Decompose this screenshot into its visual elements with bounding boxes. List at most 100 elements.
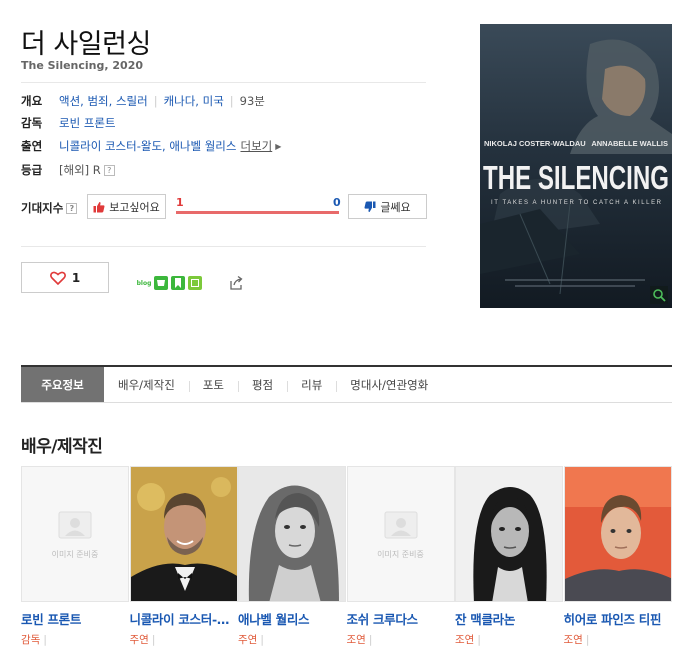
rating-value: [해외] R xyxy=(59,163,101,177)
cast-card[interactable]: 이미지 준비중 조쉬 크루다스 조연 | xyxy=(346,466,456,647)
cast-role: 감독 | xyxy=(21,632,130,647)
dislike-button[interactable]: 글쎄요 xyxy=(348,194,427,219)
svg-text:ANNABELLE WALLIS: ANNABELLE WALLIS xyxy=(591,139,668,148)
no-image-placeholder[interactable]: 이미지 준비중 xyxy=(346,466,455,602)
cast-section-title: 배우/제작진 xyxy=(21,437,103,457)
svg-text:THE SILENCING: THE SILENCING xyxy=(483,159,669,196)
tab-photo[interactable]: 포토 xyxy=(188,367,238,402)
separator: | xyxy=(43,634,47,646)
no-image-placeholder[interactable]: 이미지 준비중 xyxy=(21,466,129,602)
runtime: 93분 xyxy=(239,94,265,108)
genre-links[interactable]: 액션, 범죄, 스릴러 xyxy=(59,93,148,109)
detail-tabs: 주요정보 배우/제작진 포토 평점 리뷰 명대사/연관영화 xyxy=(21,365,672,403)
svg-text:NIKOLAJ COSTER-WALDAU: NIKOLAJ COSTER-WALDAU xyxy=(484,139,586,148)
cast-role-text: 조연 xyxy=(346,634,366,646)
overview-label: 개요 xyxy=(21,94,43,108)
cast-name[interactable]: 로빈 프론트 xyxy=(21,609,125,628)
share-icons: blog xyxy=(137,276,202,290)
svg-text:IT TAKES A HUNTER TO CATCH A K: IT TAKES A HUNTER TO CATCH A KILLER xyxy=(491,200,662,206)
cast-role-text: 주연 xyxy=(238,634,258,646)
cast-role: 조연 | xyxy=(455,632,564,647)
cast-photo[interactable] xyxy=(455,466,563,602)
movie-title: 더 사일런싱 xyxy=(21,29,151,60)
cast-card[interactable]: 니콜라이 코스터-왈도 주연 | xyxy=(129,466,239,647)
separator: | xyxy=(153,94,158,108)
image-placeholder-icon xyxy=(384,511,417,538)
blog-share-icon[interactable]: blog xyxy=(137,276,151,290)
director-label: 감독 xyxy=(21,116,43,130)
expectation-label-text: 기대지수 xyxy=(21,201,64,215)
separator: | xyxy=(151,634,156,646)
help-icon[interactable]: ? xyxy=(103,164,115,176)
rating-row: 등급 [해외] R ? xyxy=(21,161,115,179)
help-icon[interactable]: ? xyxy=(66,202,78,214)
cast-name[interactable]: 조쉬 크루다스 xyxy=(347,609,451,628)
cast-name[interactable]: 잔 맥클라논 xyxy=(455,609,559,628)
cast-card[interactable]: 히어로 파인즈 티핀 조연 | xyxy=(563,466,673,647)
no-image-text: 이미지 준비중 xyxy=(377,549,424,559)
expectation-label: 기대지수 ? xyxy=(21,200,78,216)
cast-role-text: 조연 xyxy=(563,634,583,646)
cast-role: 주연 | xyxy=(238,632,347,647)
dislike-label: 글쎄요 xyxy=(380,200,411,214)
cast-card[interactable]: 이미지 준비중 로빈 프론트 감독 | xyxy=(21,466,130,647)
cast-role: 조연 | xyxy=(347,632,456,647)
memo-share-icon[interactable] xyxy=(188,276,202,290)
cast-name[interactable]: 애나벨 월리스 xyxy=(238,609,342,628)
chevron-right-icon: ▶ xyxy=(275,141,282,151)
tab-review[interactable]: 리뷰 xyxy=(287,367,336,402)
cafe-share-icon[interactable] xyxy=(154,276,168,290)
overview-row: 개요 액션, 범죄, 스릴러 | 캐나다, 미국 | 93분 xyxy=(21,92,265,110)
want-label: 보고싶어요 xyxy=(109,200,160,214)
separator: | xyxy=(477,634,481,646)
want-to-see-button[interactable]: 보고싶어요 xyxy=(87,194,166,219)
cast-role-text: 감독 xyxy=(21,634,41,646)
expectation-gauge xyxy=(176,211,339,214)
director-link[interactable]: 로빈 프론트 xyxy=(59,115,116,131)
separator: | xyxy=(368,634,373,646)
bookmark-share-icon[interactable] xyxy=(171,276,185,290)
thumbs-down-icon xyxy=(364,201,376,212)
cast-photo[interactable] xyxy=(129,466,238,602)
actor-photo xyxy=(130,467,237,601)
cast-role-text: 주연 xyxy=(129,634,149,646)
cast-role: 주연 | xyxy=(130,632,239,647)
heart-icon xyxy=(49,271,66,285)
cast-links[interactable]: 니콜라이 코스터-왈도, 애나벨 월리스 xyxy=(59,138,236,154)
director-row: 감독 로빈 프론트 xyxy=(21,114,116,132)
tab-cast-crew[interactable]: 배우/제작진 xyxy=(104,367,189,402)
actor-photo xyxy=(239,467,345,601)
cast-role-text: 조연 xyxy=(455,634,475,646)
rating-label: 등급 xyxy=(21,163,43,177)
thumbs-up-icon xyxy=(93,201,105,212)
actor-photo xyxy=(564,467,671,601)
country-links[interactable]: 캐나다, 미국 xyxy=(164,93,224,109)
cast-list: 이미지 준비중 로빈 프론트 감독 | 니콜라이 코스터-왈도 주연 | 애나벨… xyxy=(21,466,672,647)
image-placeholder-icon xyxy=(58,511,92,538)
cast-row: 출연 니콜라이 코스터-왈도, 애나벨 월리스 더보기 ▶ xyxy=(21,137,281,155)
movie-poster[interactable]: NIKOLAJ COSTER-WALDAU ANNABELLE WALLIS T… xyxy=(480,24,672,308)
share-out-icon[interactable] xyxy=(228,275,244,291)
no-image-text: 이미지 준비중 xyxy=(51,549,99,559)
movie-original-title: The Silencing, 2020 xyxy=(21,59,143,72)
poster-image: NIKOLAJ COSTER-WALDAU ANNABELLE WALLIS T… xyxy=(480,24,672,308)
like-count: 1 xyxy=(71,270,81,285)
tab-quotes-related[interactable]: 명대사/연관영화 xyxy=(336,367,442,402)
separator: | xyxy=(260,634,264,646)
tab-main-info[interactable]: 주요정보 xyxy=(21,367,104,402)
separator: | xyxy=(585,634,590,646)
cast-photo[interactable] xyxy=(563,466,672,602)
tab-rating[interactable]: 평점 xyxy=(237,367,287,402)
cast-card[interactable]: 애나벨 월리스 주연 | xyxy=(238,466,347,647)
cast-name[interactable]: 히어로 파인즈 티핀 xyxy=(564,609,668,628)
cast-name[interactable]: 니콜라이 코스터-왈도 xyxy=(130,609,234,628)
more-cast-link[interactable]: 더보기 xyxy=(240,138,272,154)
divider xyxy=(21,82,426,83)
cast-label: 출연 xyxy=(21,139,43,153)
like-button[interactable]: 1 xyxy=(21,262,109,293)
cast-role: 조연 | xyxy=(564,632,673,647)
cast-photo[interactable] xyxy=(238,466,346,602)
dislike-count: 0 xyxy=(333,196,341,209)
cast-card[interactable]: 잔 맥클라논 조연 | xyxy=(455,466,564,647)
want-count: 1 xyxy=(176,196,184,209)
